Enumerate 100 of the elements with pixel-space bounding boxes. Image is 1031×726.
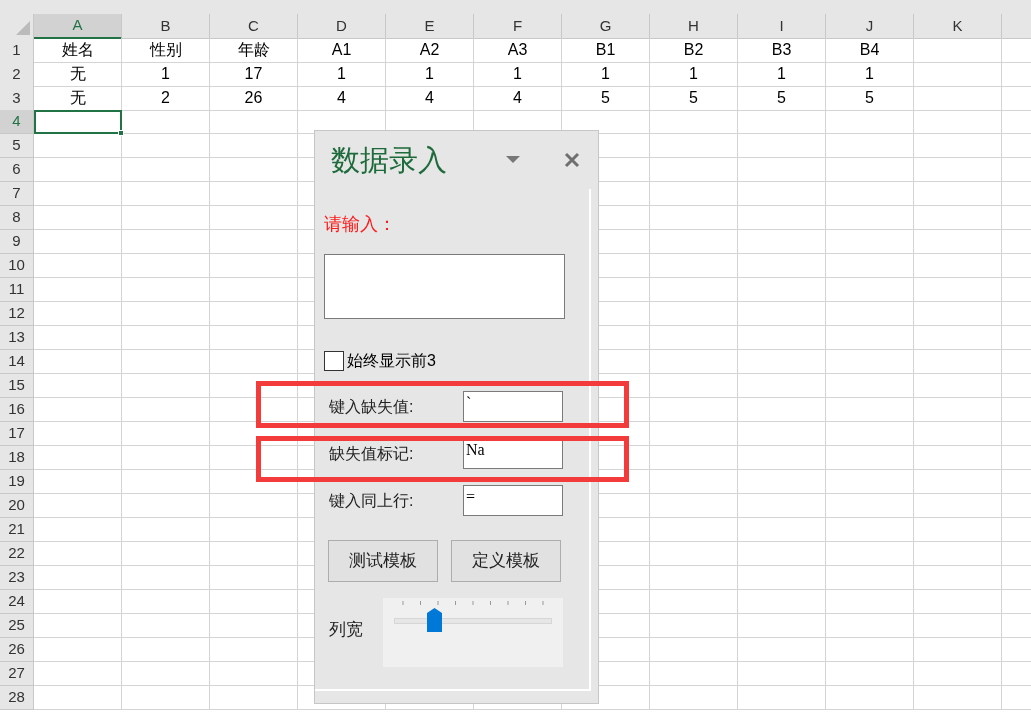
row-header[interactable]: 5 xyxy=(0,134,34,158)
empty-cell[interactable] xyxy=(122,134,210,158)
empty-cell[interactable] xyxy=(650,230,738,254)
empty-cell[interactable] xyxy=(122,638,210,662)
empty-cell[interactable] xyxy=(826,542,914,566)
empty-cell[interactable] xyxy=(650,350,738,374)
row-header[interactable]: 7 xyxy=(0,182,34,206)
empty-cell[interactable] xyxy=(122,374,210,398)
empty-cell[interactable] xyxy=(914,422,1002,446)
empty-cell[interactable] xyxy=(738,134,826,158)
empty-cell[interactable] xyxy=(914,62,1002,87)
row-header[interactable]: 14 xyxy=(0,350,34,374)
row-header[interactable]: 21 xyxy=(0,518,34,542)
empty-cell[interactable] xyxy=(914,326,1002,350)
empty-cell[interactable] xyxy=(914,518,1002,542)
empty-cell[interactable] xyxy=(914,134,1002,158)
empty-cell[interactable] xyxy=(914,638,1002,662)
empty-cell[interactable] xyxy=(650,182,738,206)
empty-cell[interactable] xyxy=(210,518,298,542)
empty-cell[interactable] xyxy=(122,158,210,182)
empty-cell[interactable] xyxy=(210,662,298,686)
row-header[interactable]: 3 xyxy=(0,86,34,111)
empty-cell[interactable] xyxy=(738,590,826,614)
empty-cell[interactable] xyxy=(826,470,914,494)
empty-cell[interactable] xyxy=(650,398,738,422)
text-field[interactable]: = xyxy=(463,485,563,516)
empty-cell[interactable] xyxy=(914,470,1002,494)
empty-cell[interactable] xyxy=(122,182,210,206)
empty-cell[interactable] xyxy=(914,566,1002,590)
empty-cell[interactable] xyxy=(650,614,738,638)
empty-cell[interactable] xyxy=(210,134,298,158)
empty-cell[interactable] xyxy=(738,422,826,446)
empty-cell[interactable] xyxy=(738,278,826,302)
empty-cell[interactable] xyxy=(650,134,738,158)
empty-cell[interactable] xyxy=(210,374,298,398)
empty-cell[interactable] xyxy=(826,422,914,446)
empty-cell[interactable] xyxy=(826,254,914,278)
row-header[interactable]: 15 xyxy=(0,374,34,398)
row-header[interactable]: 20 xyxy=(0,494,34,518)
empty-cell[interactable] xyxy=(826,230,914,254)
template-button[interactable]: 测试模板 xyxy=(328,540,438,582)
empty-cell[interactable] xyxy=(210,110,298,134)
empty-cell[interactable] xyxy=(826,182,914,206)
empty-cell[interactable] xyxy=(122,590,210,614)
empty-cell[interactable] xyxy=(826,398,914,422)
row-header[interactable]: 17 xyxy=(0,422,34,446)
empty-cell[interactable] xyxy=(650,686,738,710)
dropdown-caret-icon[interactable] xyxy=(506,156,520,164)
column-header[interactable]: G xyxy=(562,14,650,39)
empty-cell[interactable] xyxy=(914,374,1002,398)
row-header[interactable]: 8 xyxy=(0,206,34,230)
empty-cell[interactable] xyxy=(122,350,210,374)
empty-cell[interactable] xyxy=(122,206,210,230)
empty-cell[interactable] xyxy=(650,110,738,134)
row-header[interactable]: 26 xyxy=(0,638,34,662)
row-header[interactable]: 12 xyxy=(0,302,34,326)
empty-cell[interactable] xyxy=(738,110,826,134)
text-field[interactable]: ` xyxy=(463,391,563,422)
empty-cell[interactable] xyxy=(122,110,210,134)
row-header[interactable]: 9 xyxy=(0,230,34,254)
row-header[interactable]: 4 xyxy=(0,110,34,134)
empty-cell[interactable] xyxy=(826,326,914,350)
empty-cell[interactable] xyxy=(826,590,914,614)
empty-cell[interactable] xyxy=(210,590,298,614)
empty-cell[interactable] xyxy=(826,518,914,542)
empty-cell[interactable] xyxy=(210,158,298,182)
empty-cell[interactable] xyxy=(210,302,298,326)
empty-cell[interactable] xyxy=(826,278,914,302)
row-header[interactable]: 2 xyxy=(0,62,34,87)
empty-cell[interactable] xyxy=(122,302,210,326)
empty-cell[interactable] xyxy=(826,374,914,398)
empty-cell[interactable] xyxy=(210,206,298,230)
slider-track[interactable] xyxy=(394,608,552,632)
empty-cell[interactable] xyxy=(122,494,210,518)
empty-cell[interactable] xyxy=(122,446,210,470)
empty-cell[interactable] xyxy=(738,542,826,566)
row-header[interactable]: 16 xyxy=(0,398,34,422)
empty-cell[interactable] xyxy=(738,182,826,206)
column-header[interactable]: A xyxy=(34,14,122,39)
empty-cell[interactable] xyxy=(738,350,826,374)
empty-cell[interactable] xyxy=(650,590,738,614)
empty-cell[interactable] xyxy=(914,662,1002,686)
column-header[interactable]: H xyxy=(650,14,738,39)
empty-cell[interactable] xyxy=(210,326,298,350)
empty-cell[interactable] xyxy=(738,518,826,542)
column-header[interactable]: D xyxy=(298,14,386,39)
empty-cell[interactable] xyxy=(914,158,1002,182)
empty-cell[interactable] xyxy=(650,302,738,326)
empty-cell[interactable] xyxy=(210,350,298,374)
empty-cell[interactable] xyxy=(210,638,298,662)
empty-cell[interactable] xyxy=(826,134,914,158)
empty-cell[interactable] xyxy=(122,566,210,590)
empty-cell[interactable] xyxy=(738,470,826,494)
empty-cell[interactable] xyxy=(650,518,738,542)
empty-cell[interactable] xyxy=(914,446,1002,470)
column-header[interactable]: I xyxy=(738,14,826,39)
empty-cell[interactable] xyxy=(738,374,826,398)
input-field[interactable] xyxy=(324,254,565,319)
empty-cell[interactable] xyxy=(122,278,210,302)
row-header[interactable]: 11 xyxy=(0,278,34,302)
